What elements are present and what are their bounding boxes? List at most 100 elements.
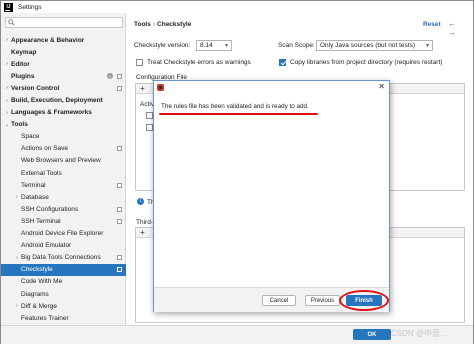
settings-sidebar: › Appearance & Behavior Keymap › Editor Plugi… [1, 13, 126, 325]
expand-arrow-icon[interactable]: › [13, 303, 21, 309]
breadcrumb-tools[interactable]: Tools [134, 21, 151, 28]
sidebar-item-database[interactable]: › Database [1, 191, 126, 203]
sidebar-item-appearance-behavior[interactable]: › Appearance & Behavior [1, 34, 126, 46]
add-config-button[interactable]: + [140, 84, 145, 93]
sidebar-item-label: Android Emulator [21, 242, 72, 250]
dialog-footer: Cancel Previous Finish [154, 287, 389, 312]
sidebar-item-label: Space [21, 133, 40, 141]
sidebar-item-external-tools[interactable]: External Tools [1, 167, 126, 179]
reset-link[interactable]: Reset [423, 21, 441, 28]
treat-errors-checkbox[interactable] [136, 59, 143, 66]
sidebar-item-web-browsers-and-preview[interactable]: Web Browsers and Preview [1, 155, 126, 167]
sidebar-item-label: External Tools [21, 169, 62, 177]
sidebar-item-label: Web Browsers and Preview [21, 157, 101, 165]
sidebar-item-android-emulator[interactable]: Android Emulator [1, 240, 126, 252]
project-scope-icon [117, 255, 122, 261]
sidebar-item-label: Keymap [11, 48, 37, 56]
chevron-down-icon: ▼ [425, 43, 430, 49]
sidebar-item-label: Build, Execution, Deployment [11, 97, 103, 105]
sidebar-item-label: Features Trainer [21, 314, 69, 322]
sidebar-item-editor[interactable]: › Editor [1, 58, 126, 70]
window-title: Settings [18, 3, 42, 11]
config-row-active-checkbox[interactable] [146, 112, 153, 119]
close-icon[interactable]: ✕ [378, 82, 385, 91]
add-third-party-button[interactable]: + [140, 228, 145, 237]
sidebar-item-label: SSH Terminal [21, 217, 61, 225]
previous-button[interactable]: Previous [305, 295, 340, 306]
update-count-badge: 2 [107, 73, 113, 80]
add-configuration-dialog: ✕ The rules file has been validated and … [153, 80, 390, 312]
checkstyle-dialog-icon [157, 83, 164, 91]
sidebar-item-plugins[interactable]: Plugins 2 [1, 70, 126, 82]
sidebar-item-keymap[interactable]: Keymap [1, 46, 126, 58]
sidebar-item-label: Diagrams [21, 290, 49, 298]
checkstyle-version-select[interactable]: 8.14 ▼ [196, 40, 232, 51]
sidebar-item-tools[interactable]: ⌄ Tools [1, 119, 126, 131]
expand-arrow-icon[interactable]: › [3, 61, 11, 67]
scan-scope-label: Scan Scope: [278, 42, 315, 49]
sidebar-item-label: Checkstyle [21, 266, 53, 274]
config-row-active-checkbox[interactable] [146, 124, 153, 131]
sidebar-item-big-data-tools-connections[interactable]: › Big Data Tools Connections [1, 252, 126, 264]
project-scope-icon [117, 73, 122, 79]
expand-arrow-icon[interactable]: › [13, 194, 21, 200]
csdn-watermark: CSDN @中意... [391, 329, 447, 338]
project-scope-icon [117, 146, 122, 152]
sidebar-item-checkstyle[interactable]: Checkstyle [1, 263, 126, 276]
sidebar-item-label: Android Device File Explorer [21, 230, 104, 238]
sidebar-item-label: SSH Configurations [21, 205, 79, 213]
expand-arrow-icon[interactable]: › [3, 98, 11, 104]
sidebar-item-ssh-configurations[interactable]: SSH Configurations [1, 203, 126, 215]
red-underline-annotation [159, 113, 318, 115]
sidebar-item-label: Database [21, 193, 49, 201]
sidebar-item-label: Big Data Tools Connections [21, 254, 101, 262]
validation-message: The rules file has been validated and is… [161, 103, 309, 110]
expand-arrow-icon[interactable]: › [3, 37, 11, 43]
sidebar-item-label: Terminal [21, 181, 46, 189]
sidebar-item-ssh-terminal[interactable]: SSH Terminal [1, 215, 126, 227]
dialog-title-bar: ✕ [154, 81, 389, 93]
sidebar-item-android-device-file-explorer[interactable]: Android Device File Explorer [1, 228, 126, 240]
back-forward-arrows[interactable]: ← → [448, 19, 473, 37]
sidebar-item-label: Editor [11, 60, 30, 68]
search-field[interactable] [5, 17, 123, 28]
sidebar-item-space[interactable]: Space [1, 131, 126, 143]
sidebar-item-label: Actions on Save [21, 145, 68, 153]
sidebar-item-label: Version Control [11, 84, 60, 92]
scan-scope-select[interactable]: Only Java sources (but not tests) ▼ [316, 40, 433, 51]
cancel-button[interactable]: Cancel [262, 295, 296, 306]
expand-arrow-icon[interactable]: ⌄ [3, 122, 11, 128]
title-bar: IJ Settings [1, 1, 473, 13]
sidebar-item-build-execution-deployment[interactable]: › Build, Execution, Deployment [1, 94, 126, 106]
sidebar-item-label: Appearance & Behavior [11, 36, 85, 44]
sidebar-item-terminal[interactable]: Terminal [1, 179, 126, 191]
copy-libraries-checkbox[interactable] [279, 59, 286, 66]
project-scope-icon [117, 267, 122, 273]
breadcrumb-separator: › [152, 21, 156, 28]
project-scope-icon [117, 206, 122, 212]
chevron-down-icon: ▼ [224, 43, 229, 49]
sidebar-item-label: Code With Me [21, 278, 63, 286]
sidebar-item-version-control[interactable]: › Version Control [1, 82, 126, 94]
expand-arrow-icon[interactable]: › [3, 110, 11, 116]
sidebar-item-features-trainer[interactable]: Features Trainer [1, 312, 126, 324]
sidebar-item-code-with-me[interactable]: Code With Me [1, 276, 126, 288]
sidebar-item-label: Diff & Merge [21, 302, 58, 310]
breadcrumb-checkstyle: Checkstyle [157, 21, 192, 28]
copy-libraries-label: Copy libraries from project directory (r… [290, 59, 443, 66]
sidebar-item-actions-on-save[interactable]: Actions on Save [1, 143, 126, 155]
checkstyle-version-label: Checkstyle version: [134, 42, 191, 49]
settings-tree: › Appearance & Behavior Keymap › Editor Plugi… [1, 34, 126, 324]
ok-button[interactable]: OK [353, 329, 391, 340]
breadcrumb: Tools › Checkstyle [134, 21, 191, 28]
sidebar-item-diagrams[interactable]: Diagrams [1, 288, 126, 300]
sidebar-item-diff-merge[interactable]: › Diff & Merge [1, 300, 126, 312]
intellij-app-icon: IJ [4, 2, 13, 12]
expand-arrow-icon[interactable]: › [13, 255, 21, 261]
project-scope-icon [117, 218, 122, 224]
expand-arrow-icon[interactable]: › [3, 85, 11, 91]
sidebar-item-label: Plugins [11, 72, 35, 80]
app-icon-text: IJ [6, 4, 11, 10]
sidebar-item-languages-frameworks[interactable]: › Languages & Frameworks [1, 107, 126, 119]
info-icon: i [137, 198, 144, 205]
